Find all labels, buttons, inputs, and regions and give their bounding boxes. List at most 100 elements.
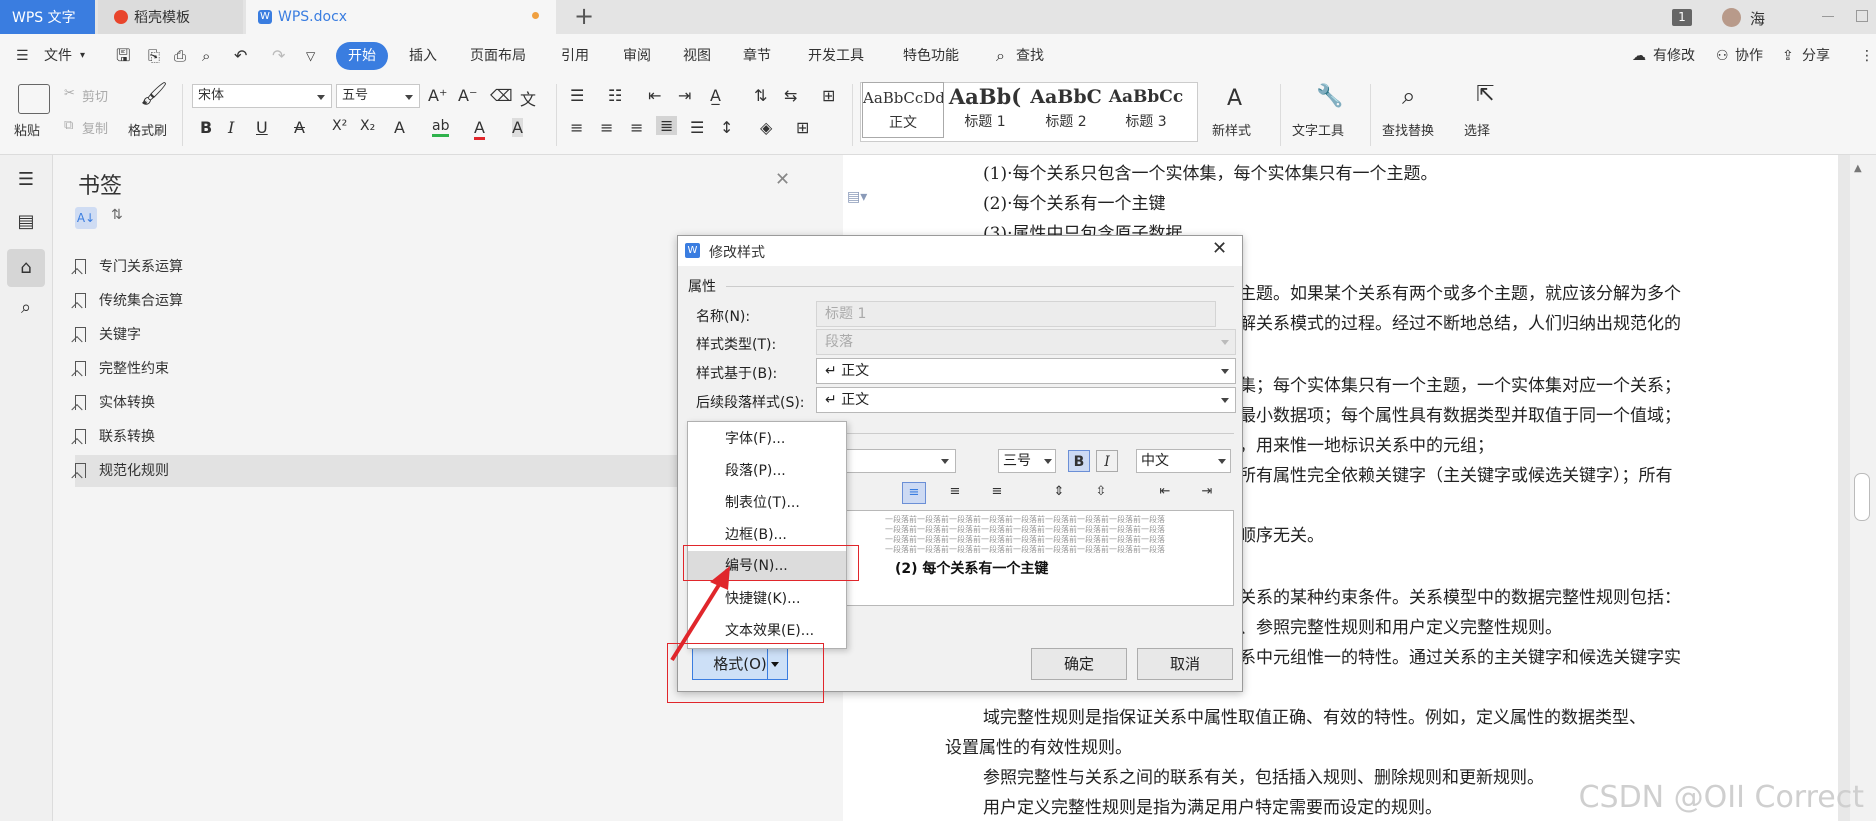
decrease-indent-toggle[interactable]: ⇤ [1154, 482, 1176, 502]
cloud-icon[interactable]: ☁ [1632, 34, 1646, 78]
numbered-list-icon[interactable]: ☷ [608, 86, 622, 105]
collab-button[interactable]: 协作 [1735, 34, 1763, 78]
strikethrough-icon[interactable]: A [294, 118, 305, 137]
menu-search[interactable]: 查找 [1016, 34, 1044, 78]
align-right-icon[interactable]: ≡ [630, 118, 643, 137]
copy-icon[interactable]: ⧉ [64, 118, 73, 133]
font-size-select[interactable]: 五号 [336, 84, 420, 108]
italic-icon[interactable]: I [228, 118, 234, 137]
bullet-list-icon[interactable]: ☰ [570, 86, 584, 105]
menu-references[interactable]: 引用 [561, 34, 589, 78]
minimize-icon[interactable] [1822, 16, 1834, 17]
align-left-toggle[interactable]: ≡ [902, 482, 926, 504]
modified-status[interactable]: 有修改 [1653, 34, 1695, 78]
menu-view[interactable]: 视图 [683, 34, 711, 78]
doc-map-icon[interactable]: ▤▾ [847, 189, 867, 205]
bookmark-item[interactable]: 联系转换 [75, 421, 735, 453]
scrollbar[interactable]: ▲ [1850, 155, 1876, 821]
justify-icon[interactable]: ≣ [656, 116, 678, 135]
window-count-badge[interactable]: 1 [1672, 9, 1692, 26]
share-button[interactable]: 分享 [1802, 34, 1830, 78]
pages-icon[interactable]: ▤ [13, 211, 39, 237]
menu-chapter[interactable]: 章节 [743, 34, 771, 78]
highlight-icon[interactable]: ab [432, 118, 450, 137]
cut-icon[interactable]: ✂ [64, 86, 75, 101]
cancel-button[interactable]: 取消 [1137, 648, 1233, 680]
style-heading-2[interactable]: AaBbC 标题 2 [1026, 82, 1106, 136]
style-heading-1[interactable]: AaBb( 标题 1 [945, 82, 1025, 136]
bookmark-nav-icon[interactable]: ⌂ [7, 249, 45, 287]
collab-icon[interactable]: ⚇ [1716, 34, 1729, 78]
scroll-up-icon[interactable]: ▲ [1854, 163, 1862, 174]
para-spacing-toggle[interactable]: ⇳ [1090, 482, 1112, 502]
borders-icon[interactable]: ⊞ [796, 118, 809, 137]
name-input[interactable]: 标题 1 [816, 301, 1216, 327]
italic-toggle[interactable]: I [1096, 450, 1118, 472]
new-tab-button[interactable]: + [574, 2, 594, 30]
phonetic-icon[interactable]: 文 [520, 86, 536, 110]
bookmark-item[interactable]: 专门关系运算 [75, 251, 735, 283]
hamburger-icon[interactable]: ☰ [16, 34, 29, 78]
outline-icon[interactable]: ☰ [13, 169, 39, 195]
select-button[interactable]: 选择 [1464, 120, 1490, 139]
bookmark-item[interactable]: 实体转换 [75, 387, 735, 419]
format-painter-icon[interactable]: 🖌 [140, 82, 168, 107]
chinese-layout-icon[interactable]: A̲ [710, 86, 721, 105]
menu-features[interactable]: 特色功能 [903, 34, 959, 78]
font-color-icon[interactable]: A [474, 118, 485, 140]
text-tools-button[interactable]: 文字工具 [1292, 120, 1344, 139]
menu-home[interactable]: 开始 [336, 42, 388, 70]
format-painter-button[interactable]: 格式刷 [128, 120, 167, 139]
menu-item-paragraph[interactable]: 段落(P)... [688, 456, 846, 486]
menu-insert[interactable]: 插入 [409, 34, 437, 78]
align-center-icon[interactable]: ≡ [600, 118, 613, 137]
export-icon[interactable]: ⎘ [148, 34, 160, 78]
sort-position-icon[interactable]: ⇅ [111, 207, 123, 223]
more-icon[interactable]: ⋮ [1860, 34, 1874, 78]
close-icon[interactable]: ✕ [775, 169, 790, 190]
font-name-select[interactable]: 宋体 [192, 84, 332, 108]
shading-icon[interactable]: ◈ [760, 118, 772, 137]
scrollbar-thumb[interactable] [1854, 473, 1870, 521]
shrink-font-icon[interactable]: A⁻ [458, 86, 477, 105]
sort-name-icon[interactable]: A↓ [75, 207, 97, 229]
increase-indent-toggle[interactable]: ⇥ [1196, 482, 1218, 502]
align-right-toggle[interactable]: ≡ [986, 482, 1008, 502]
select-cursor-icon[interactable]: ⇱ [1476, 82, 1494, 107]
user-name[interactable]: 海 [1750, 8, 1765, 29]
copy-button[interactable]: 复制 [82, 118, 108, 137]
bold-toggle[interactable]: B [1068, 450, 1090, 472]
bookmark-item[interactable]: 传统集合运算 [75, 285, 735, 317]
bookmark-item[interactable]: 关键字 [75, 319, 735, 351]
char-shading-icon[interactable]: A [512, 118, 523, 137]
menu-page-layout[interactable]: 页面布局 [470, 34, 526, 78]
based-on-select[interactable]: ↵ 正文 [816, 358, 1236, 384]
search-icon[interactable]: ⌕ [996, 34, 1005, 78]
redo-icon[interactable]: ↷ [272, 34, 285, 78]
font-size-select[interactable]: 三号 [998, 449, 1056, 473]
maximize-icon[interactable] [1856, 10, 1868, 22]
line-spacing-icon[interactable]: ↕ [720, 118, 733, 137]
show-hide-marks-icon[interactable]: ⇆ [784, 86, 797, 105]
text-effect-icon[interactable]: A [394, 118, 405, 137]
line-spacing-toggle[interactable]: ⇕ [1048, 482, 1070, 502]
subscript-icon[interactable]: X₂ [360, 118, 375, 134]
more-chevron-icon[interactable]: ▽ [306, 34, 315, 78]
paste-icon[interactable] [18, 84, 50, 114]
tab-document[interactable]: W WPS.docx [246, 0, 556, 34]
cut-button[interactable]: 剪切 [82, 86, 108, 105]
bookmark-item-selected[interactable]: 规范化规则 [75, 455, 735, 487]
bookmark-item[interactable]: 完整性约束 [75, 353, 735, 385]
print-icon[interactable]: ⎙ [174, 34, 186, 78]
menu-developer[interactable]: 开发工具 [808, 34, 864, 78]
find-replace-button[interactable]: 查找替换 [1382, 120, 1434, 139]
increase-indent-icon[interactable]: ⇥ [678, 86, 691, 105]
menu-file[interactable]: 文件 [44, 34, 72, 78]
tab-template[interactable]: 稻壳模板 [98, 0, 243, 34]
align-left-icon[interactable]: ≡ [570, 118, 583, 137]
find-nav-icon[interactable]: ⌕ [13, 297, 39, 323]
find-replace-icon[interactable]: ⌕ [1402, 82, 1415, 110]
undo-icon[interactable]: ↶ [234, 34, 247, 78]
print-preview-icon[interactable]: ⌕ [202, 34, 210, 78]
save-icon[interactable]: 🖫 [116, 34, 130, 78]
